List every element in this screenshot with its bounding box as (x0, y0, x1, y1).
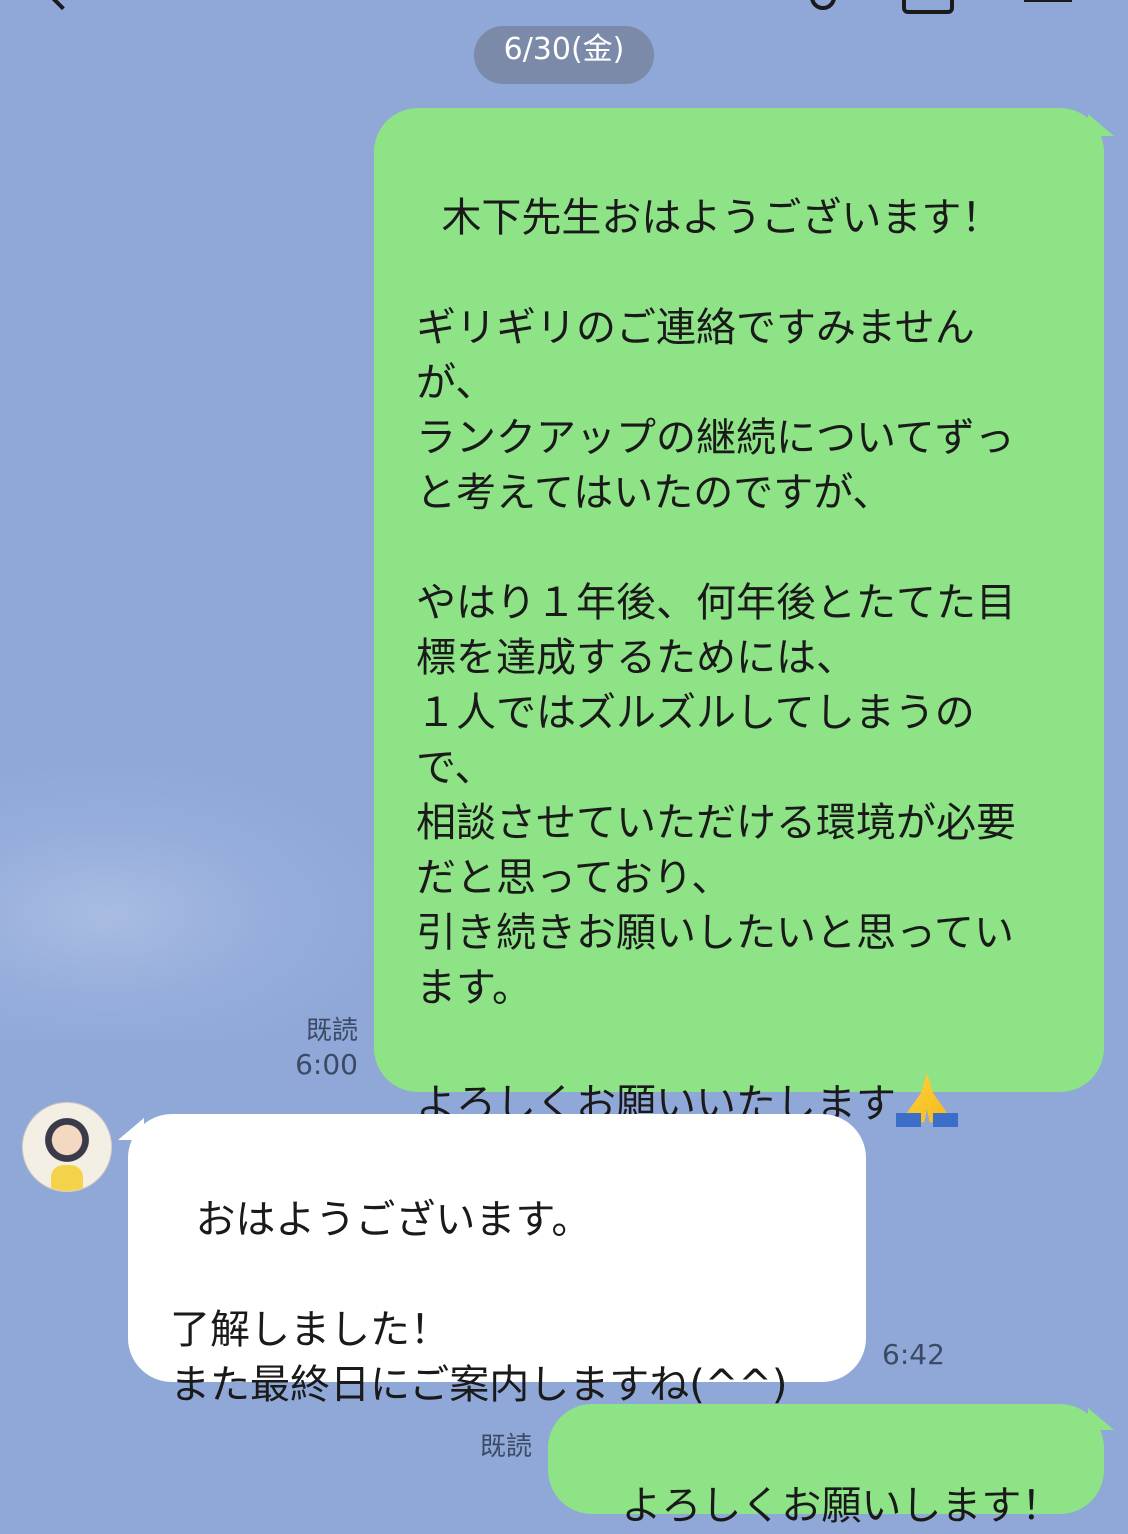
message-time: 6:42 (882, 1338, 945, 1371)
message-text: よろしくお願いします！ (621, 1483, 1062, 1529)
bubble-tail (118, 1118, 144, 1140)
chat-header (0, 0, 1128, 14)
bubble-tail (1088, 1408, 1114, 1430)
outgoing-message[interactable]: 木下先生おはようございます！ ギリギリのご連絡ですみません が、 ランクアップの… (374, 108, 1104, 1127)
search-icon[interactable] (810, 0, 836, 10)
message-meta: 既読 (412, 1430, 532, 1464)
incoming-message[interactable]: おはようございます。 了解しました！ また最終日にご案内しますね(^^) (128, 1114, 866, 1408)
bubble-tail (1088, 114, 1114, 136)
background-cloud (0, 760, 400, 1040)
folded-hands-icon (896, 1071, 958, 1127)
message-text: 木下先生おはようございます！ ギリギリのご連絡ですみません が、 ランクアップの… (416, 195, 1016, 1127)
read-receipt: 既読 (305, 1016, 358, 1046)
read-receipt: 既読 (479, 1432, 532, 1462)
chevron-left-icon[interactable] (47, 0, 77, 11)
outgoing-message[interactable]: よろしくお願いします！ (548, 1404, 1104, 1529)
phone-icon[interactable] (902, 0, 954, 14)
avatar[interactable] (22, 1102, 112, 1192)
date-separator: 6/30(金) (474, 26, 654, 84)
message-text: おはようございます。 了解しました！ また最終日にご案内しますね(^^) (170, 1197, 788, 1408)
message-meta: 既読 6:00 (240, 1014, 358, 1082)
menu-icon[interactable] (1024, 0, 1072, 2)
message-time: 6:00 (295, 1048, 358, 1081)
